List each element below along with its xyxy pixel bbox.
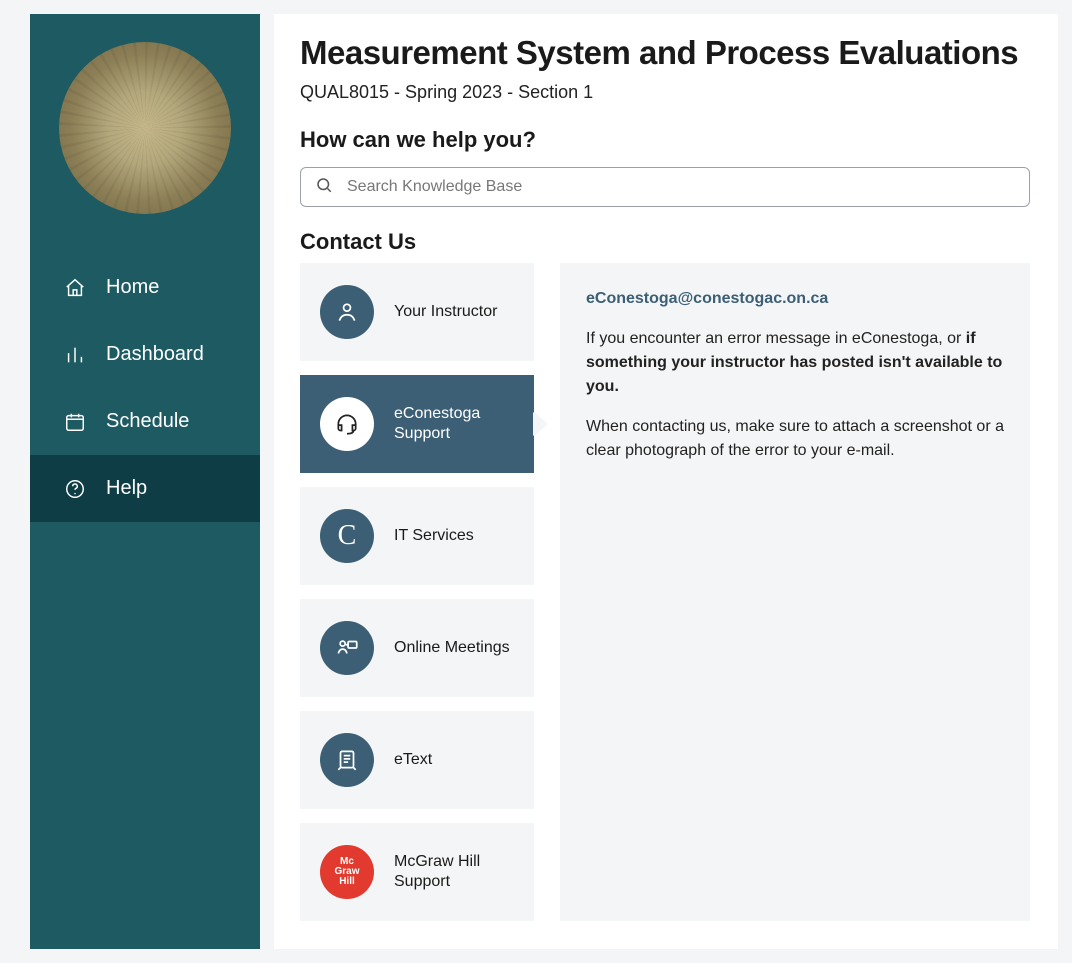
- contact-columns: Your Instructor eConestoga Support C IT …: [300, 263, 1030, 921]
- contact-card-label: Your Instructor: [394, 302, 497, 322]
- page-subtitle: QUAL8015 - Spring 2023 - Section 1: [300, 82, 1030, 103]
- app-root: Home Dashboard Schedule Help Measurement…: [0, 0, 1072, 963]
- home-icon: [64, 277, 86, 299]
- headset-icon: [320, 397, 374, 451]
- contact-card-instructor[interactable]: Your Instructor: [300, 263, 534, 361]
- search-icon: [315, 176, 333, 199]
- sidebar-item-label: Home: [106, 276, 159, 299]
- course-avatar: [59, 42, 231, 214]
- contact-detail-p1-prefix: If you encounter an error message in eCo…: [586, 330, 966, 347]
- contact-card-label: Online Meetings: [394, 638, 510, 658]
- contact-card-label: McGraw Hill Support: [394, 852, 514, 892]
- contact-card-label: eText: [394, 750, 432, 770]
- sidebar-item-label: Help: [106, 477, 147, 500]
- contact-card-mcgraw-hill[interactable]: McGrawHill McGraw Hill Support: [300, 823, 534, 921]
- contact-card-label: eConestoga Support: [394, 404, 514, 444]
- contact-card-econestoga-support[interactable]: eConestoga Support: [300, 375, 534, 473]
- contact-detail-panel: eConestoga@conestogac.on.ca If you encou…: [560, 263, 1030, 921]
- bars-icon: [64, 344, 86, 366]
- c-letter-icon: C: [320, 509, 374, 563]
- contact-card-label: IT Services: [394, 526, 474, 546]
- sidebar-item-schedule[interactable]: Schedule: [30, 388, 260, 455]
- search-box[interactable]: [300, 167, 1030, 207]
- contact-email[interactable]: eConestoga@conestogac.on.ca: [586, 287, 1004, 311]
- sidebar-item-home[interactable]: Home: [30, 254, 260, 321]
- sidebar: Home Dashboard Schedule Help: [30, 14, 260, 949]
- calendar-icon: [64, 411, 86, 433]
- contact-heading: Contact Us: [300, 229, 1030, 255]
- question-icon: [64, 478, 86, 500]
- contact-detail-p1: If you encounter an error message in eCo…: [586, 327, 1004, 399]
- sidebar-item-help[interactable]: Help: [30, 455, 260, 522]
- sidebar-item-label: Dashboard: [106, 343, 204, 366]
- contact-card-it-services[interactable]: C IT Services: [300, 487, 534, 585]
- etext-icon: [320, 733, 374, 787]
- main-content: Measurement System and Process Evaluatio…: [274, 14, 1058, 949]
- sidebar-item-label: Schedule: [106, 410, 189, 433]
- meeting-icon: [320, 621, 374, 675]
- contact-list: Your Instructor eConestoga Support C IT …: [300, 263, 534, 921]
- contact-detail-p2: When contacting us, make sure to attach …: [586, 415, 1004, 463]
- help-heading: How can we help you?: [300, 127, 1030, 153]
- user-icon: [320, 285, 374, 339]
- sidebar-item-dashboard[interactable]: Dashboard: [30, 321, 260, 388]
- contact-card-online-meetings[interactable]: Online Meetings: [300, 599, 534, 697]
- mcgraw-hill-icon: McGrawHill: [320, 845, 374, 899]
- search-input[interactable]: [347, 178, 1015, 196]
- contact-card-etext[interactable]: eText: [300, 711, 534, 809]
- page-title: Measurement System and Process Evaluatio…: [300, 34, 1030, 72]
